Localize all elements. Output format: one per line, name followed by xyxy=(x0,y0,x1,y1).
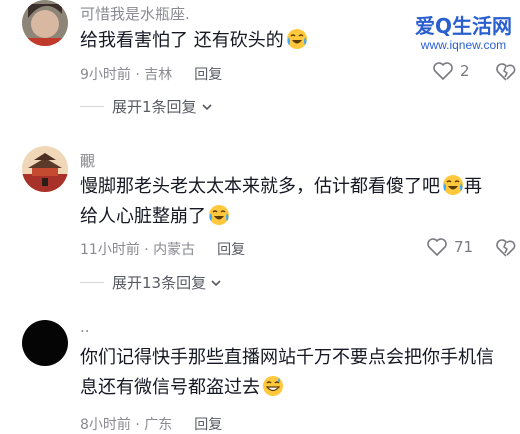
laughing-crying-emoji xyxy=(443,175,463,195)
comment-text-continued: 再 xyxy=(464,176,482,197)
comment-text: 你们记得快手那些直播网站千万不要点会把你手机信息还有微信号都盗过去 xyxy=(80,343,510,403)
comment-username[interactable]: .. xyxy=(80,318,90,336)
reply-button[interactable]: 回复 xyxy=(194,67,222,83)
grinning-sweat-emoji xyxy=(263,376,283,396)
broken-heart-icon[interactable] xyxy=(495,62,517,82)
like-count: 71 xyxy=(454,238,474,256)
like-button[interactable]: 2 xyxy=(432,61,470,81)
comment-username[interactable]: 覼 xyxy=(80,150,95,171)
comment-meta: 9小时前 · 吉林 回复 xyxy=(80,64,222,84)
comment-text: 给我看害怕了 还有砍头的 xyxy=(80,26,510,56)
reply-button[interactable]: 回复 xyxy=(194,417,222,433)
chevron-down-icon xyxy=(211,279,221,286)
comment-meta: 8小时前 · 广东 回复 xyxy=(80,414,222,434)
chevron-down-icon xyxy=(201,103,212,110)
avatar[interactable] xyxy=(22,146,68,192)
expand-replies-button[interactable]: 展开1条回复 xyxy=(80,96,213,117)
expand-replies-button[interactable]: 展开13条回复 xyxy=(80,272,222,293)
expand-replies-label: 展开13条回复 xyxy=(112,274,207,292)
comment-time-location: 8小时前 · 广东 xyxy=(80,417,173,433)
comment-time-location: 9小时前 · 吉林 xyxy=(80,67,173,83)
comment-text: 慢脚那老头老太太本来就多，估计都看傻了吧 再 给人心脏整崩了 xyxy=(80,172,510,232)
expand-replies-label: 展开1条回复 xyxy=(112,98,197,116)
comment-text-content: 你们记得快手那些直播网站千万不要点会把你手机信息还有微信号都盗过去 xyxy=(80,347,494,398)
avatar[interactable] xyxy=(22,0,68,46)
divider-line xyxy=(80,282,104,283)
laughing-crying-emoji xyxy=(209,205,229,225)
comment-text-line3: 给人心脏整崩了 xyxy=(80,206,206,227)
comment-text-content: 给我看害怕了 还有砍头的 xyxy=(80,30,284,51)
divider-line xyxy=(80,106,104,107)
reply-button[interactable]: 回复 xyxy=(217,242,245,258)
laughing-crying-emoji xyxy=(286,29,307,49)
like-button[interactable]: 71 xyxy=(426,237,473,257)
heart-outline-icon xyxy=(433,62,453,80)
comment-text-content: 慢脚那老头老太太本来就多，估计都看傻了吧 xyxy=(80,176,440,197)
comment-username[interactable]: 可惜我是水瓶座. xyxy=(80,3,190,24)
comment-meta: 11小时前 · 内蒙古 回复 xyxy=(80,239,245,259)
avatar[interactable] xyxy=(22,320,68,366)
like-count: 2 xyxy=(460,62,470,80)
broken-heart-icon[interactable] xyxy=(495,238,517,258)
comment-time-location: 11小时前 · 内蒙古 xyxy=(80,242,196,258)
heart-outline-icon xyxy=(427,238,447,256)
